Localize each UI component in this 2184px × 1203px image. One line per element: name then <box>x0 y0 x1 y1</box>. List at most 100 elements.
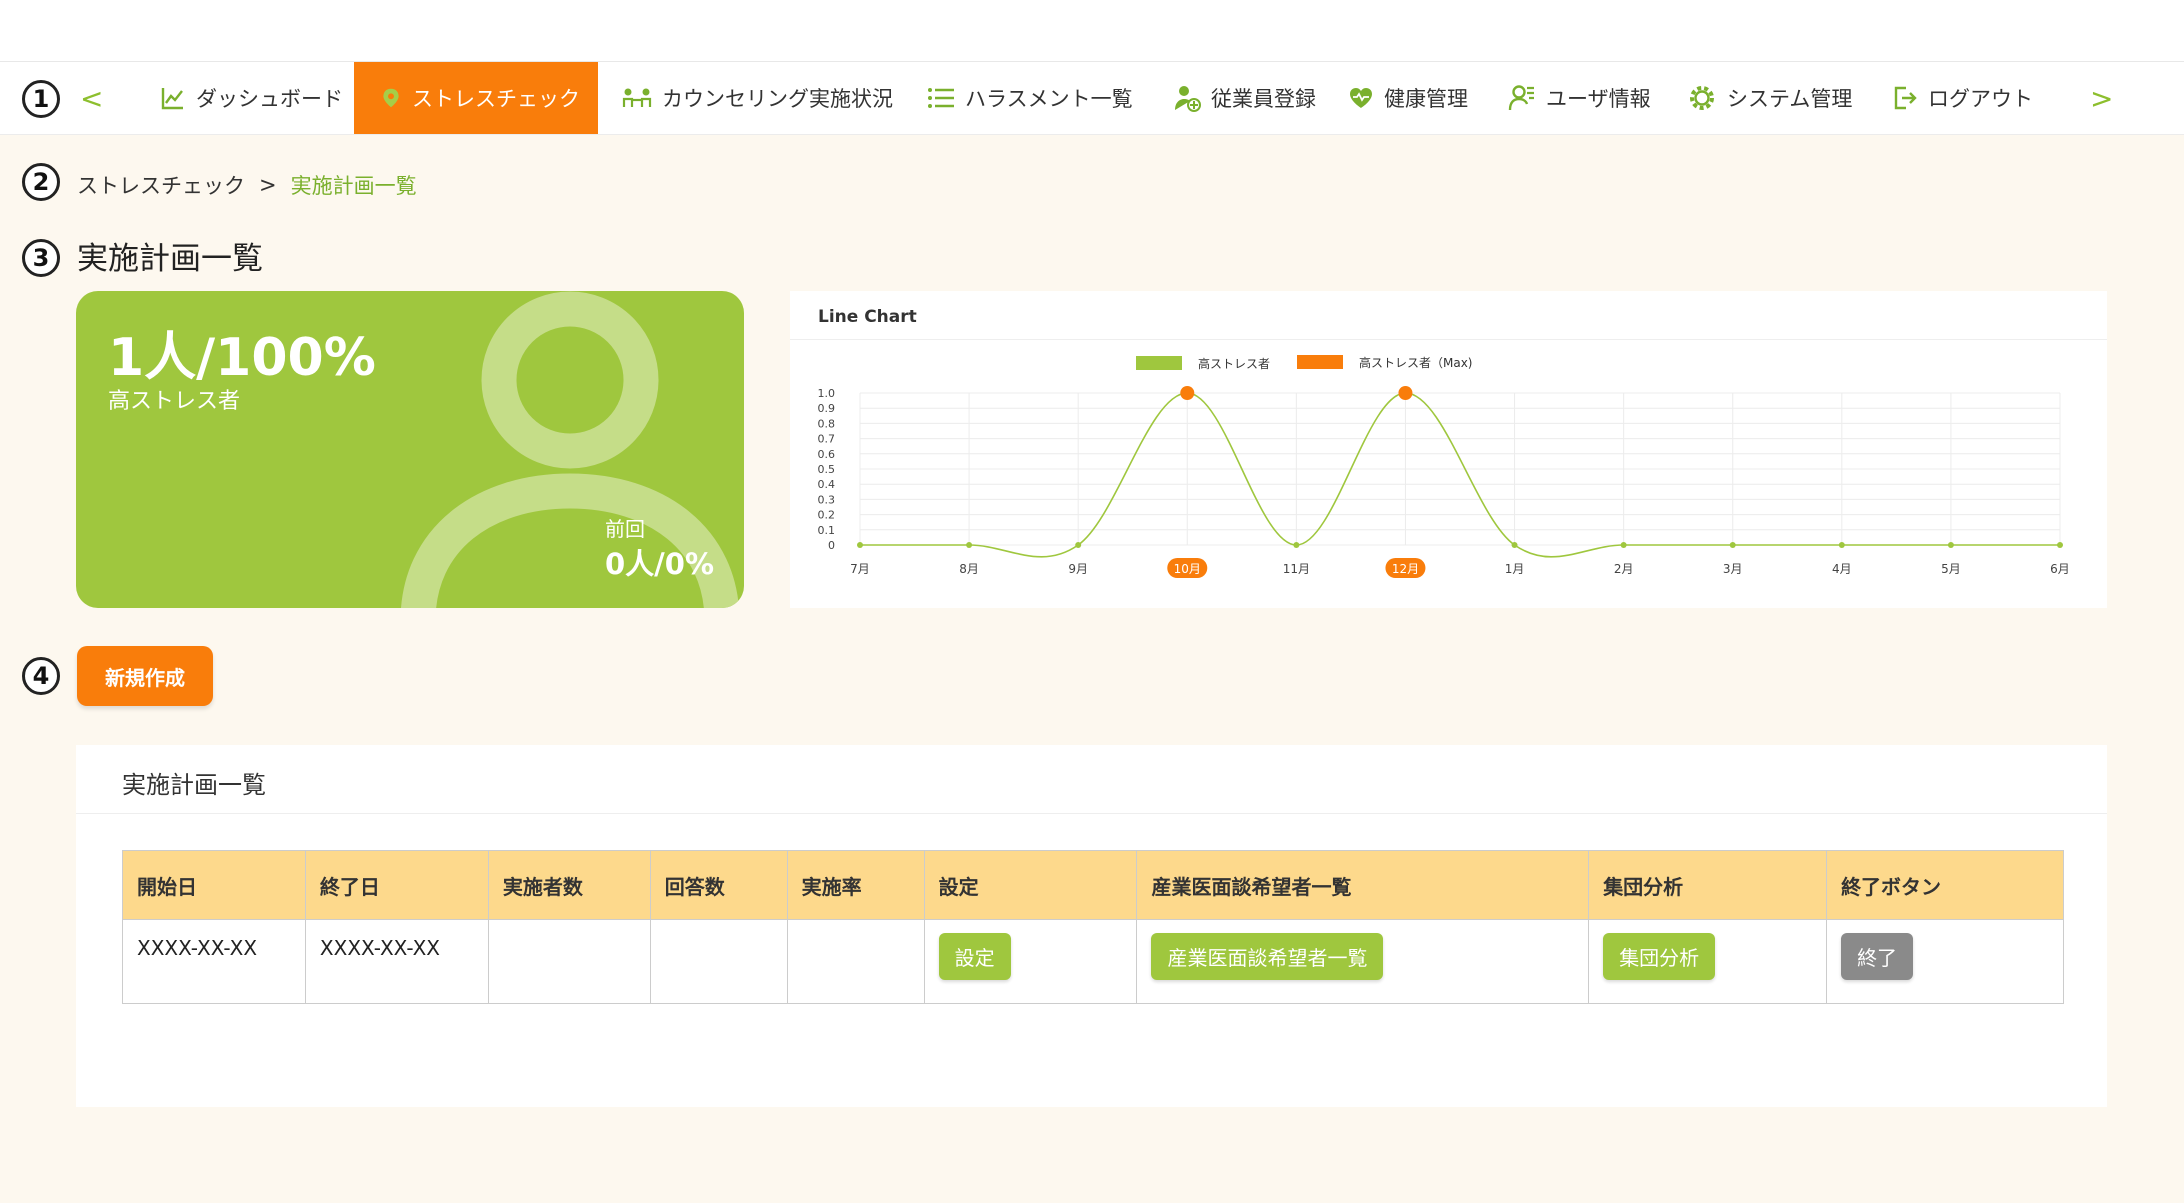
nav-label-health: 健康管理 <box>1384 87 1468 111</box>
plan-list-divider <box>76 813 2107 814</box>
data-point-high-stress <box>1075 542 1082 548</box>
user-add-icon <box>1175 86 1201 112</box>
data-point-high-stress <box>1838 542 1845 548</box>
y-tick-label: 0.8 <box>818 417 836 430</box>
data-point-high-stress <box>1511 542 1518 548</box>
col-header-answers: 回答数 <box>649 850 788 920</box>
previous-label: 前回 <box>605 517 645 541</box>
location-pin-icon <box>383 88 399 108</box>
col-header-start: 開始日 <box>122 850 306 920</box>
data-point-high-stress-max <box>1398 386 1413 400</box>
x-tick-label: 6月 <box>2050 562 2070 576</box>
user-info-icon <box>1508 85 1534 111</box>
cell-participants <box>487 919 651 1004</box>
nav-item-logout[interactable]: ログアウト <box>1892 62 2033 134</box>
cell-end-button: 終了 <box>1826 919 2064 1004</box>
gear-icon <box>1690 86 1714 110</box>
nav-item-stresscheck[interactable]: ストレスチェック <box>354 62 598 134</box>
top-header <box>0 0 2184 62</box>
data-point-high-stress <box>966 542 973 548</box>
previous-value: 0人/0% <box>605 547 715 581</box>
interview-list-button[interactable]: 産業医面談希望者一覧 <box>1151 933 1384 980</box>
y-tick-label: 0.9 <box>818 402 836 415</box>
cell-rate <box>786 919 925 1004</box>
breadcrumb-current: 実施計画一覧 <box>290 174 417 198</box>
step-marker-1: 1 <box>22 80 60 118</box>
step-marker-4: 4 <box>22 657 60 695</box>
table-row: XXXX-XX-XX XXXX-XX-XX 設定 産業医面談希望者一覧 集団分析… <box>122 919 2064 1004</box>
data-point-high-stress <box>1293 542 1300 548</box>
nav-item-counseling[interactable]: カウンセリング実施状況 <box>622 62 893 134</box>
cell-interview: 産業医面談希望者一覧 <box>1136 919 1590 1004</box>
list-icon <box>928 88 954 108</box>
data-point-high-stress <box>1729 542 1736 548</box>
nav-next-arrow[interactable]: > <box>2090 62 2113 134</box>
new-create-button[interactable]: 新規作成 <box>77 646 213 706</box>
y-tick-label: 0.1 <box>818 524 836 537</box>
cell-settings: 設定 <box>923 919 1138 1004</box>
col-header-participants: 実施者数 <box>487 850 651 920</box>
data-point-high-stress <box>1947 542 1954 548</box>
nav-item-user-info[interactable]: ユーザ情報 <box>1508 62 1651 134</box>
col-header-analysis: 集団分析 <box>1588 850 1828 920</box>
legend-swatch-high-stress <box>1136 356 1182 370</box>
x-tick-label: 5月 <box>1941 562 1961 576</box>
col-header-rate: 実施率 <box>786 850 925 920</box>
high-stress-value: 1人/100% <box>108 328 376 388</box>
legend-swatch-high-stress-max <box>1297 355 1343 369</box>
x-tick-label: 8月 <box>959 562 979 576</box>
nav-label-system: システム管理 <box>1727 87 1853 111</box>
nav-label-logout: ログアウト <box>1928 87 2033 111</box>
col-header-settings: 設定 <box>923 850 1138 920</box>
data-point-high-stress <box>2057 542 2063 548</box>
logout-icon <box>1894 86 1917 110</box>
col-header-end: 終了日 <box>304 850 489 920</box>
col-header-end-button: 終了ボタン <box>1826 850 2064 920</box>
nav-label-employee-registration: 従業員登録 <box>1211 87 1316 111</box>
line-chart-panel: Line Chart 高ストレス者 高ストレス者（Max) 0 0.1 0.2 0.3 0.… <box>790 291 2107 608</box>
series-line-high-stress <box>860 392 2060 558</box>
nav-item-system[interactable]: システム管理 <box>1687 62 1852 134</box>
nav-prev-arrow[interactable]: < <box>80 62 103 134</box>
x-tick-label: 1月 <box>1505 562 1525 576</box>
cell-analysis: 集団分析 <box>1588 919 1828 1004</box>
step-marker-2: 2 <box>22 163 60 201</box>
data-point-high-stress <box>1620 542 1627 548</box>
legend-label-high-stress: 高ストレス者 <box>1198 356 1270 371</box>
y-tick-label: 0.7 <box>818 433 836 446</box>
y-tick-label: 0.5 <box>818 463 836 476</box>
nav-label-dashboard: ダッシュボード <box>196 87 343 111</box>
plan-list-title: 実施計画一覧 <box>122 771 266 799</box>
y-tick-label: 0.6 <box>818 448 836 461</box>
chart-line-icon <box>161 88 183 110</box>
settings-button[interactable]: 設定 <box>938 933 1011 980</box>
counseling-icon <box>622 88 652 107</box>
nav-item-dashboard[interactable]: ダッシュボード <box>160 62 343 134</box>
nav-item-employee-registration[interactable]: 従業員登録 <box>1173 62 1316 134</box>
breadcrumb: ストレスチェック > 実施計画一覧 <box>77 170 417 200</box>
col-header-interview: 産業医面談希望者一覧 <box>1136 850 1590 920</box>
x-tick-label: 7月 <box>850 562 870 576</box>
y-tick-label: 0.3 <box>818 493 836 506</box>
group-analysis-button[interactable]: 集団分析 <box>1603 933 1716 980</box>
nav-label-counseling: カウンセリング実施状況 <box>662 87 893 111</box>
nav-label-harassment: ハラスメント一覧 <box>965 87 1133 111</box>
y-tick-label: 0 <box>828 539 835 552</box>
x-tick-label: 3月 <box>1723 562 1743 576</box>
cell-start-date: XXXX-XX-XX <box>122 919 306 1004</box>
breadcrumb-separator: > <box>259 173 277 197</box>
y-tick-label: 0.2 <box>818 509 836 522</box>
x-tick-label: 4月 <box>1832 562 1852 576</box>
nav-item-harassment[interactable]: ハラスメント一覧 <box>927 62 1133 134</box>
line-chart: 高ストレス者 高ストレス者（Max) 0 0.1 0.2 0.3 0.4 0.5 0.6 0.7 0… <box>818 355 2070 578</box>
data-point-high-stress-max <box>1180 386 1195 400</box>
breadcrumb-parent[interactable]: ストレスチェック <box>77 170 245 200</box>
cell-answers <box>649 919 788 1004</box>
x-tick-label: 11月 <box>1283 562 1310 576</box>
nav-label-stresscheck: ストレスチェック <box>412 87 580 111</box>
nav-item-health[interactable]: 健康管理 <box>1348 62 1468 134</box>
nav-label-user-info: ユーザ情報 <box>1546 87 1651 111</box>
page-title: 実施計画一覧 <box>77 241 263 277</box>
end-button[interactable]: 終了 <box>1841 933 1914 980</box>
x-tick-label: 2月 <box>1614 562 1634 576</box>
